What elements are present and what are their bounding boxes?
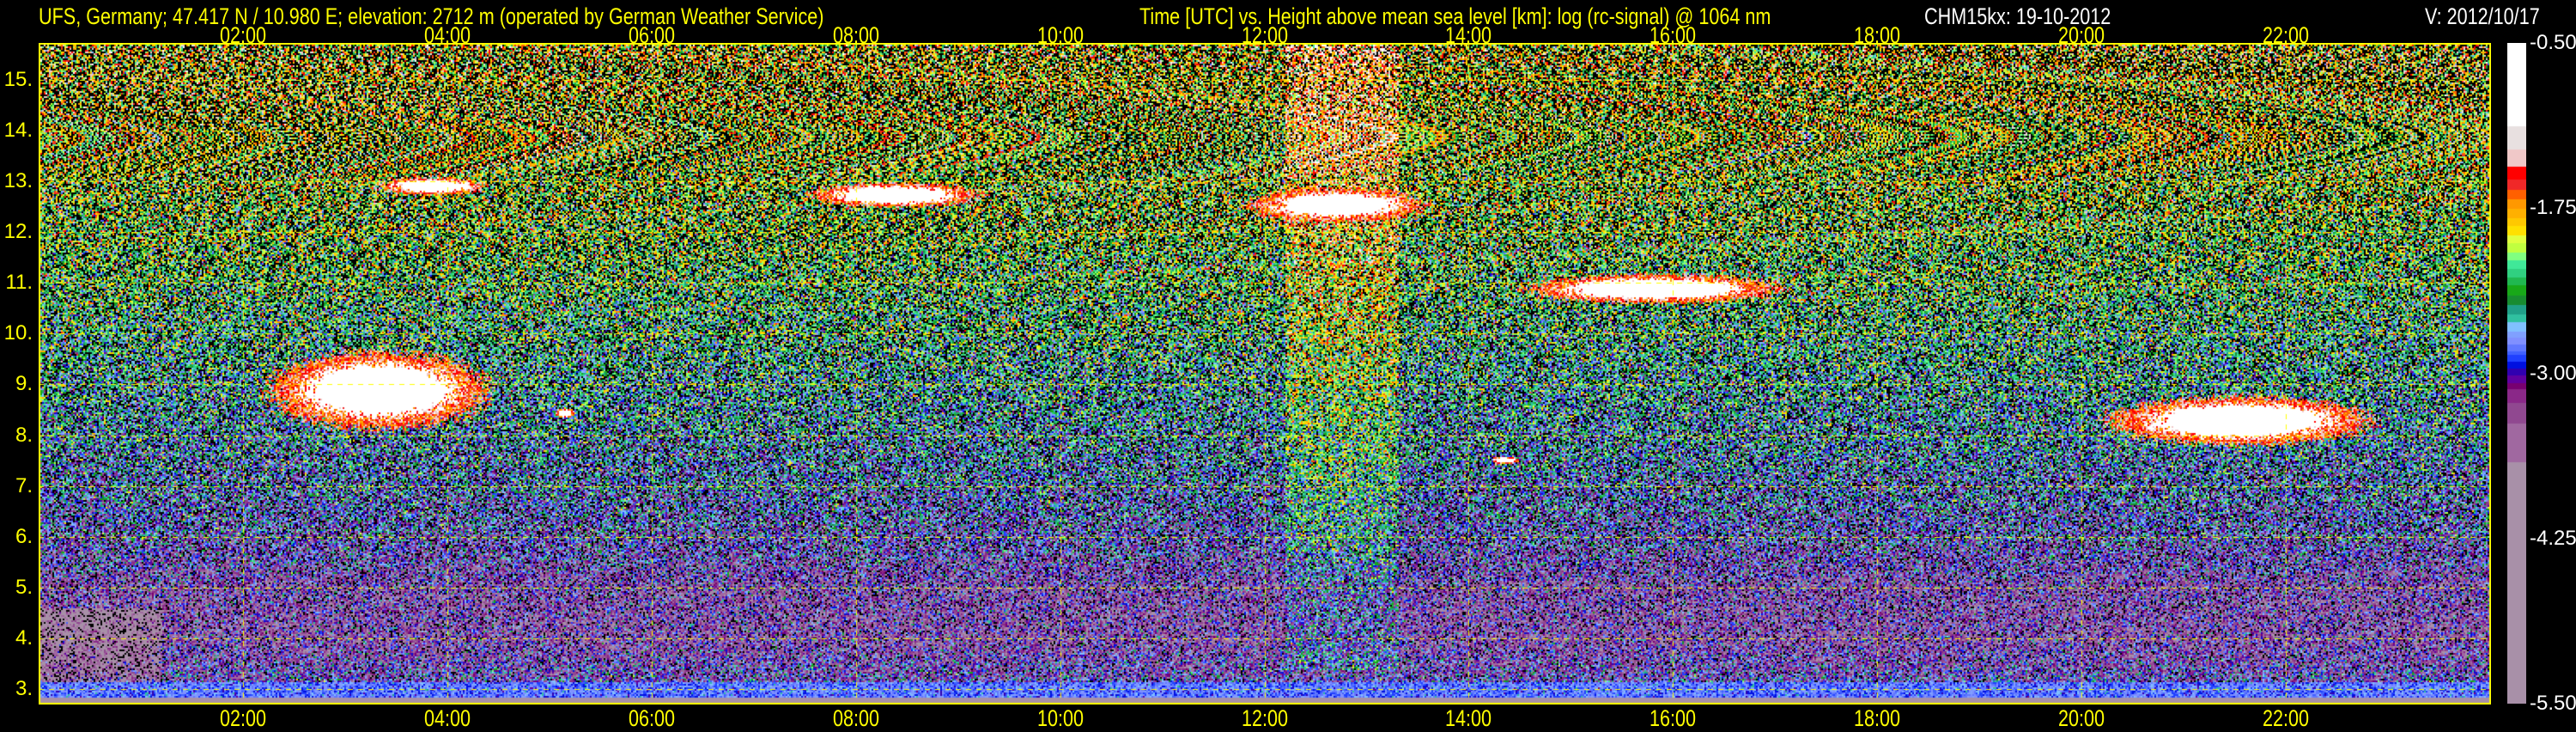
y-tick-label: 6. [15, 524, 33, 548]
y-tick-label: 14. [3, 119, 33, 143]
colorbar-tick-label: -0.50 [2530, 31, 2576, 54]
version-label: V: 2012/10/17 [2425, 3, 2540, 29]
y-tick-label: 11. [5, 271, 33, 295]
y-tick-label: 4. [15, 625, 33, 650]
y-tick-label: 13. [3, 169, 33, 193]
y-tick-label: 15. [3, 68, 33, 92]
colorbar-tick-label: -3.00 [2530, 361, 2576, 385]
colorbar [2507, 43, 2526, 704]
x-tick-label: 20:00 [2058, 705, 2105, 731]
x-tick-label: 02:00 [219, 705, 266, 731]
x-tick-label: 12:00 [1241, 705, 1288, 731]
y-tick-label: 7. [15, 473, 33, 497]
y-tick-label: 10. [3, 321, 33, 345]
colorbar-tick-label: -5.50 [2530, 692, 2576, 715]
y-tick-label: 12. [3, 220, 33, 244]
x-tick-label: 22:00 [2263, 705, 2310, 731]
x-tick-label: 14:00 [1445, 705, 1492, 731]
colorbar-tick-label: -4.25 [2530, 526, 2576, 550]
y-tick-label: 3. [15, 676, 33, 700]
ceilometer-backscatter-plot [39, 43, 2491, 705]
x-tick-label: 06:00 [628, 705, 675, 731]
x-tick-label: 16:00 [1649, 705, 1697, 731]
x-tick-label: 04:00 [423, 705, 471, 731]
y-tick-label: 5. [15, 575, 33, 599]
colorbar-tick-label: -1.75 [2530, 196, 2576, 220]
y-tick-label: 8. [15, 423, 33, 447]
x-tick-label: 18:00 [1854, 705, 1901, 731]
y-tick-label: 9. [15, 372, 33, 396]
x-tick-label: 10:00 [1036, 705, 1084, 731]
x-tick-label: 08:00 [832, 705, 879, 731]
